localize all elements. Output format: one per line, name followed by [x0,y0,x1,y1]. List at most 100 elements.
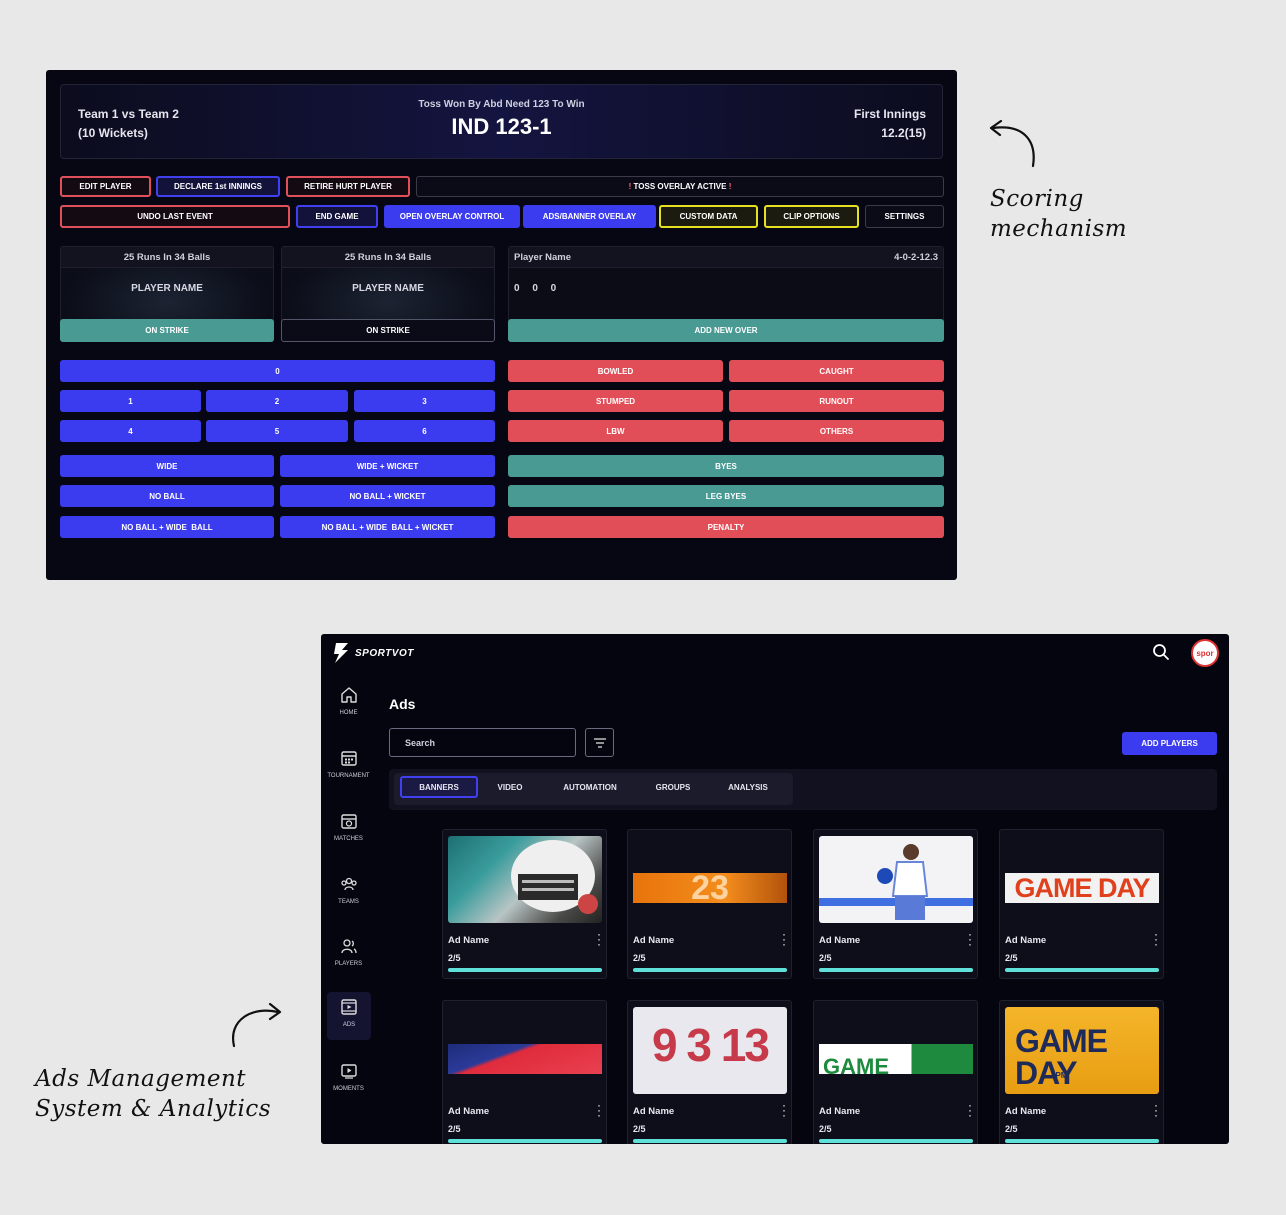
ads-overlay-button[interactable]: ADS/BANNER OVERLAY [523,205,656,228]
more-options-icon[interactable]: · · · [597,1099,601,1121]
ad-name: Ad Name [633,935,675,946]
ad-name: Ad Name [1005,1106,1047,1117]
stumped-button[interactable]: STUMPED [508,390,723,412]
scoring-label-line-1: Scoring [990,186,1084,212]
more-options-icon[interactable]: · · · [968,1099,972,1121]
nav-teams[interactable]: TEAMS [321,875,376,905]
scoring-panel: Team 1 vs Team 2 (10 Wickets) Toss Won B… [46,70,957,580]
match-calendar-icon [340,814,357,829]
batter-name: PLAYER NAME [131,283,203,294]
ad-art-text: 23 [633,873,787,903]
nav-tournament[interactable]: TOURNAMENT [321,749,376,779]
ad-card[interactable]: Ad Name 2/5 · · · [442,1000,607,1144]
search-icon[interactable] [1152,643,1170,661]
run-2-button[interactable]: 2 [206,390,348,412]
tab-banners[interactable]: BANNERS [400,776,478,798]
ad-progress-bar [448,1139,602,1143]
lbw-button[interactable]: LBW [508,420,723,442]
run-5-button[interactable]: 5 [206,420,348,442]
on-strike-button-2[interactable]: ON STRIKE [281,319,495,342]
on-strike-button-1[interactable]: ON STRIKE [60,319,274,342]
others-button[interactable]: OTHERS [729,420,944,442]
ad-card[interactable]: GAME DAY 4PM Ad Name 2/5 · · · [999,1000,1164,1144]
runout-button[interactable]: RUNOUT [729,390,944,412]
ad-thumbnail [448,1007,602,1094]
nav-ads[interactable]: ADS [327,992,371,1040]
run-0-button[interactable]: 0 [60,360,495,382]
tab-video[interactable]: VIDEO [487,776,533,798]
toss-text: Toss Won By Abd Need 123 To Win [418,99,585,110]
search-input[interactable]: Search [389,728,576,757]
ad-art-text: 9 3 13 [652,1019,770,1071]
ads-icon [341,999,357,1015]
ad-banner-graphic [448,1044,602,1074]
ad-count: 2/5 [448,953,461,963]
add-new-over-button[interactable]: ADD NEW OVER [508,319,944,342]
add-players-button[interactable]: ADD PLAYERS [1122,732,1217,755]
bowler-header: Player Name 4-0-2-12.3 [509,247,943,268]
byes-button[interactable]: BYES [508,455,944,477]
ad-banner-graphic: GAME [819,1044,973,1074]
teams-icon [340,877,357,891]
no-ball-wicket-button[interactable]: NO BALL + WICKET [280,485,495,507]
open-overlay-button[interactable]: OPEN OVERLAY CONTROL [384,205,520,228]
custom-data-button[interactable]: CUSTOM DATA [659,205,758,228]
more-options-icon[interactable]: · · · [782,1099,786,1121]
ad-count: 2/5 [448,1124,461,1134]
scoreboard-header: Team 1 vs Team 2 (10 Wickets) Toss Won B… [60,84,943,159]
nav-label: MOMENTS [333,1086,364,1092]
ad-thumbnail [819,836,973,923]
ad-card[interactable]: Ad Name 2/5 · · · [442,829,607,979]
toss-overlay-status[interactable]: ! TOSS OVERLAY ACTIVE ! [416,176,944,197]
tab-groups[interactable]: GROUPS [647,776,699,798]
clip-options-button[interactable]: CLIP OPTIONS [764,205,859,228]
more-options-icon[interactable]: · · · [1154,928,1158,950]
ad-card[interactable]: 23 Ad Name 2/5 · · · [627,829,792,979]
retire-hurt-button[interactable]: RETIRE HURT PLAYER [286,176,410,197]
caught-button[interactable]: CAUGHT [729,360,944,382]
wide-button[interactable]: WIDE [60,455,274,477]
run-6-button[interactable]: 6 [354,420,495,442]
penalty-button[interactable]: PENALTY [508,516,944,538]
ad-card[interactable]: 9 3 13 Ad Name 2/5 · · · [627,1000,792,1144]
no-ball-wide-wicket-button[interactable]: NO BALL + WIDE BALL + WICKET [280,516,495,538]
declare-innings-button[interactable]: DECLARE 1st INNINGS [156,176,280,197]
filter-button[interactable] [585,728,614,757]
settings-button[interactable]: SETTINGS [865,205,944,228]
home-icon [340,687,357,703]
leg-byes-button[interactable]: LEG BYES [508,485,944,507]
ad-card[interactable]: Ad Name 2/5 · · · [813,829,978,979]
undo-button[interactable]: UNDO LAST EVENT [60,205,290,228]
more-options-icon[interactable]: · · · [782,928,786,950]
no-ball-wide-button[interactable]: NO BALL + WIDE BALL [60,516,274,538]
ad-card[interactable]: GAME DAY Ad Name 2/5 · · · [999,829,1164,979]
run-1-button[interactable]: 1 [60,390,201,412]
ad-count: 2/5 [633,1124,646,1134]
run-4-button[interactable]: 4 [60,420,201,442]
ad-name: Ad Name [448,1106,490,1117]
nav-moments[interactable]: MOMENTS [321,1062,376,1092]
more-options-icon[interactable]: · · · [597,928,601,950]
tab-automation[interactable]: AUTOMATION [555,776,625,798]
bowled-button[interactable]: BOWLED [508,360,723,382]
more-options-icon[interactable]: · · · [1154,1099,1158,1121]
avatar[interactable]: spor [1191,639,1219,667]
over-balls: 0 0 0 [514,283,557,294]
ad-thumbnail: GAME [819,1007,973,1094]
more-options-icon[interactable]: · · · [968,928,972,950]
end-game-button[interactable]: END GAME [296,205,378,228]
nav-home[interactable]: HOME [321,686,376,716]
ad-progress-bar [1005,1139,1159,1143]
edit-player-button[interactable]: EDIT PLAYER [60,176,151,197]
brand-logo[interactable]: SPORTVOT [332,642,414,664]
nav-players[interactable]: PLAYERS [321,937,376,967]
nav-label: MATCHES [334,836,363,842]
ad-progress-bar [633,1139,787,1143]
nav-matches[interactable]: MATCHES [321,812,376,842]
tab-analysis[interactable]: ANALYSIS [720,776,776,798]
run-3-button[interactable]: 3 [354,390,495,412]
innings-info: First Innings 12.2(15) [854,105,926,143]
wide-wicket-button[interactable]: WIDE + WICKET [280,455,495,477]
no-ball-button[interactable]: NO BALL [60,485,274,507]
ad-card[interactable]: GAME Ad Name 2/5 · · · [813,1000,978,1144]
